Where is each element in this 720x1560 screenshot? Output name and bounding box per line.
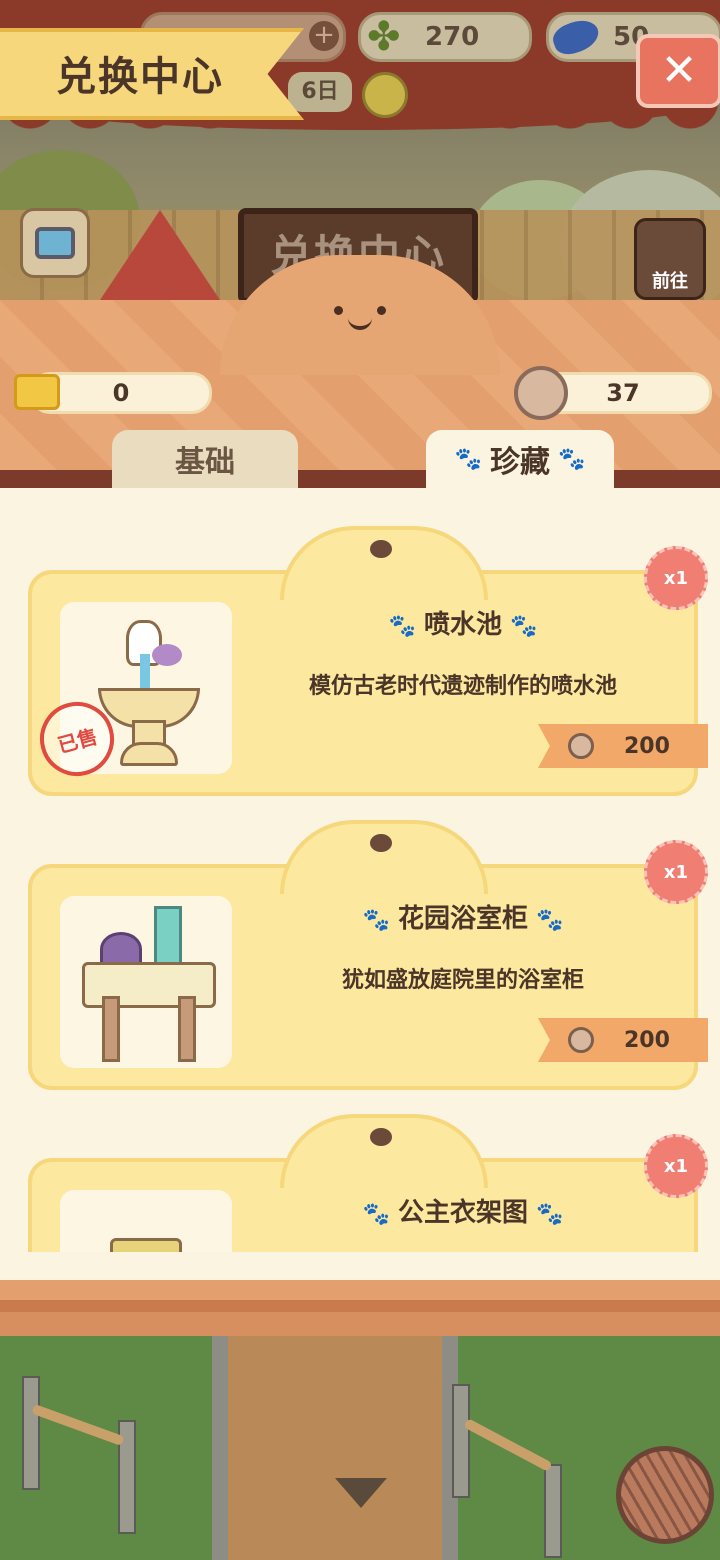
quantity-badge: x1	[644, 840, 708, 904]
tab-basic-label: 基础	[175, 445, 235, 480]
item-description: 犹如盛放庭院里的浴室柜	[341, 968, 584, 993]
clover-counter: 270	[358, 12, 532, 62]
item-name: 🐾 喷水池 🐾	[388, 610, 538, 640]
price-tag[interactable]: 200	[538, 724, 708, 768]
paw-icon: 🐾	[536, 1202, 564, 1227]
paw-icon: 🐾	[536, 908, 564, 933]
item-description: 模仿古老时代遗迹制作的喷水池	[308, 674, 617, 699]
clover-value: 270	[425, 22, 480, 52]
coin-value: 37	[606, 379, 640, 407]
close-icon: ✕	[660, 45, 698, 96]
paw-icon: 🐾	[362, 1202, 390, 1227]
item-name: 🐾 公主衣架图 🐾	[362, 1198, 564, 1228]
bathroom-cabinet-icon	[60, 896, 232, 1068]
rope-post	[544, 1464, 562, 1558]
bean-icon	[370, 1128, 392, 1146]
tv-icon[interactable]	[20, 208, 90, 278]
hanger-icon	[60, 1190, 232, 1258]
fish-icon	[549, 15, 603, 59]
day-chip: 6日	[288, 72, 352, 112]
item-card-hanger[interactable]: 🐾 公主衣架图 🐾 x1	[28, 1114, 708, 1258]
item-list[interactable]: 已售 🐾 喷水池 🐾 模仿古老时代遗迹制作的喷水池 200 x1 🐾 花园浴室柜 🐾 犹…	[0, 488, 720, 1258]
item-name: 🐾 花园浴室柜 🐾	[362, 904, 564, 934]
scroll-down-arrow-icon[interactable]	[335, 1478, 387, 1508]
paw-icon: 🐾	[454, 446, 482, 472]
tab-rare-label: 珍藏	[490, 445, 550, 480]
panel-bottom-edge	[0, 1252, 720, 1336]
price-value: 200	[624, 733, 670, 759]
go-board-icon[interactable]: 前往	[634, 218, 706, 300]
price-tag[interactable]: 200	[538, 1018, 708, 1062]
smile-face-icon	[328, 306, 392, 336]
coin-icon	[568, 1027, 594, 1053]
clover-icon	[367, 17, 407, 57]
tab-basic[interactable]: 基础	[112, 430, 298, 488]
quantity-badge: x1	[644, 546, 708, 610]
card-bump	[280, 526, 488, 600]
page-title: 兑换中心	[56, 54, 224, 100]
paw-icon: 🐾	[510, 614, 538, 639]
title-banner: 兑换中心	[0, 28, 304, 120]
tab-rare[interactable]: 🐾 珍藏 🐾	[426, 430, 614, 488]
rope-post	[22, 1376, 40, 1490]
bean-icon	[370, 834, 392, 852]
card-bump	[280, 1114, 488, 1188]
close-button[interactable]: ✕	[636, 34, 720, 108]
coin-icon	[514, 366, 568, 420]
dirt-path	[212, 1336, 458, 1560]
coin-icon	[568, 733, 594, 759]
yarn-ball-button[interactable]	[616, 1446, 714, 1544]
sun-icon[interactable]	[362, 72, 408, 118]
paw-icon: 🐾	[388, 614, 416, 639]
paw-icon: 🐾	[362, 908, 390, 933]
paw-icon: 🐾	[558, 446, 586, 472]
ticket-icon	[14, 374, 60, 410]
rope-post	[452, 1384, 470, 1498]
quantity-badge: x1	[644, 1134, 708, 1198]
item-card-bathroom-cabinet[interactable]: 🐾 花园浴室柜 🐾 犹如盛放庭院里的浴室柜 200 x1	[28, 820, 708, 1090]
card-bump	[280, 820, 488, 894]
price-value: 200	[624, 1027, 670, 1053]
go-label: 前往	[652, 271, 688, 292]
bean-icon	[370, 540, 392, 558]
ticket-value: 0	[112, 379, 130, 407]
item-card-fountain[interactable]: 已售 🐾 喷水池 🐾 模仿古老时代遗迹制作的喷水池 200 x1	[28, 526, 708, 796]
add-gold-button[interactable]: +	[309, 21, 339, 51]
